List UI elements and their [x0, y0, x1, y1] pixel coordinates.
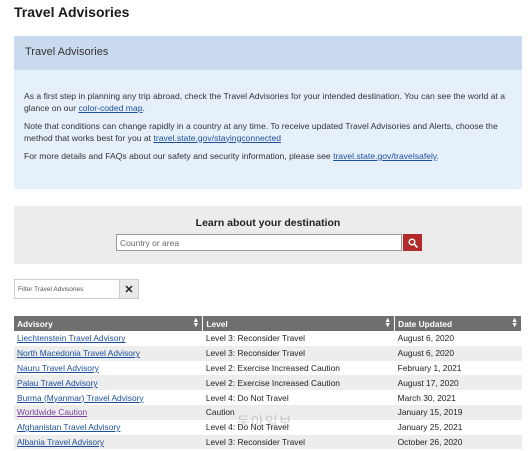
travel-safely-link[interactable]: travel.state.gov/travelsafely [333, 151, 437, 161]
table-row: Liechtenstein Travel Advisory Level 3: R… [14, 331, 522, 346]
country-search-input[interactable] [116, 234, 402, 251]
intro-period: . [142, 102, 145, 113]
search-button[interactable] [403, 234, 422, 251]
date-cell: January 15, 2019 [394, 404, 522, 420]
advisory-link[interactable]: Burma (Myanmar) Travel Advisory [17, 393, 144, 403]
intro-paragraph: As a first step in planning any trip abr… [24, 91, 512, 114]
sort-icon: ▲ ▼ [384, 317, 392, 329]
level-cell: Level 3: Reconsider Travel [205, 333, 305, 344]
table-row: Palau Travel Advisory Level 2: Exercise … [14, 375, 522, 391]
table-row: Burma (Myanmar) Travel Advisory Level 4:… [14, 390, 522, 405]
destination-heading: Learn about your destination [195, 217, 341, 229]
advisory-link[interactable]: Nauru Travel Advisory [17, 363, 99, 373]
advisory-link[interactable]: North Macedonia Travel Advisory [17, 348, 140, 358]
column-header-date-updated[interactable]: Date Updated ▲ ▼ [394, 316, 522, 331]
level-cell: Level 2: Exercise Increased Caution [205, 362, 340, 373]
destination-search-box: Learn about your destination [14, 206, 522, 264]
table-row: North Macedonia Travel Advisory Level 3:… [14, 345, 522, 361]
column-label: Date Updated [398, 318, 453, 329]
color-coded-map-link[interactable]: color-coded map [78, 103, 142, 113]
clear-filter-button[interactable]: ✕ [119, 280, 138, 298]
advisory-link[interactable]: Palau Travel Advisory [17, 378, 98, 388]
filter-box: ✕ [14, 279, 139, 299]
conditions-paragraph: Note that conditions can change rapidly … [24, 121, 512, 144]
advisory-link[interactable]: Afghanistan Travel Advisory [17, 422, 120, 432]
table-header-row: Advisory ▲ ▼ Level ▲ ▼ Date Updated ▲ ▼ [14, 316, 522, 331]
date-cell: August 6, 2020 [394, 345, 522, 361]
staying-connected-link[interactable]: travel.state.gov/stayingconnected [153, 133, 281, 143]
faq-text: For more details and FAQs about our safe… [24, 151, 334, 161]
filter-advisories-input[interactable] [15, 280, 119, 298]
advisory-link[interactable]: Liechtenstein Travel Advisory [17, 333, 125, 343]
date-cell: August 6, 2020 [397, 333, 454, 344]
column-label: Advisory [17, 318, 53, 329]
info-box-body: As a first step in planning any trip abr… [14, 70, 522, 163]
date-cell: March 30, 2021 [397, 392, 456, 403]
level-cell: Level 4: Do Not Travel [205, 392, 289, 403]
faq-period: . [436, 151, 439, 161]
sort-icon: ▲ ▼ [192, 317, 200, 329]
sort-icon: ▲ ▼ [511, 317, 518, 329]
advisory-link[interactable]: Worldwide Caution [17, 407, 87, 417]
date-cell: October 26, 2020 [394, 434, 522, 450]
page-title: Travel Advisories [14, 4, 130, 20]
level-cell: Caution [202, 404, 395, 420]
search-icon [407, 237, 418, 248]
level-cell: Level 2: Exercise Increased Caution [202, 375, 395, 391]
column-header-advisory[interactable]: Advisory ▲ ▼ [14, 316, 204, 331]
watermark: 동아일보 [237, 414, 293, 430]
table-row: Albania Travel Advisory Level 3: Reconsi… [14, 434, 522, 450]
info-box-heading: Travel Advisories [14, 36, 522, 70]
table-row: Nauru Travel Advisory Level 2: Exercise … [14, 361, 522, 376]
level-cell: Level 3: Reconsider Travel [202, 345, 395, 361]
date-cell: January 25, 2021 [397, 422, 463, 433]
date-cell: February 1, 2021 [397, 362, 462, 373]
advisories-info-box: Travel Advisories As a first step in pla… [14, 36, 522, 189]
advisory-link[interactable]: Albania Travel Advisory [17, 437, 104, 447]
faq-paragraph: For more details and FAQs about our safe… [24, 151, 512, 163]
column-header-level[interactable]: Level ▲ ▼ [202, 316, 396, 331]
column-label: Level [206, 318, 228, 329]
level-cell: Level 3: Reconsider Travel [202, 434, 395, 450]
date-cell: August 17, 2020 [394, 375, 522, 391]
level-cell: Level 4: Do Not Travel [205, 422, 289, 433]
close-icon: ✕ [124, 283, 134, 296]
